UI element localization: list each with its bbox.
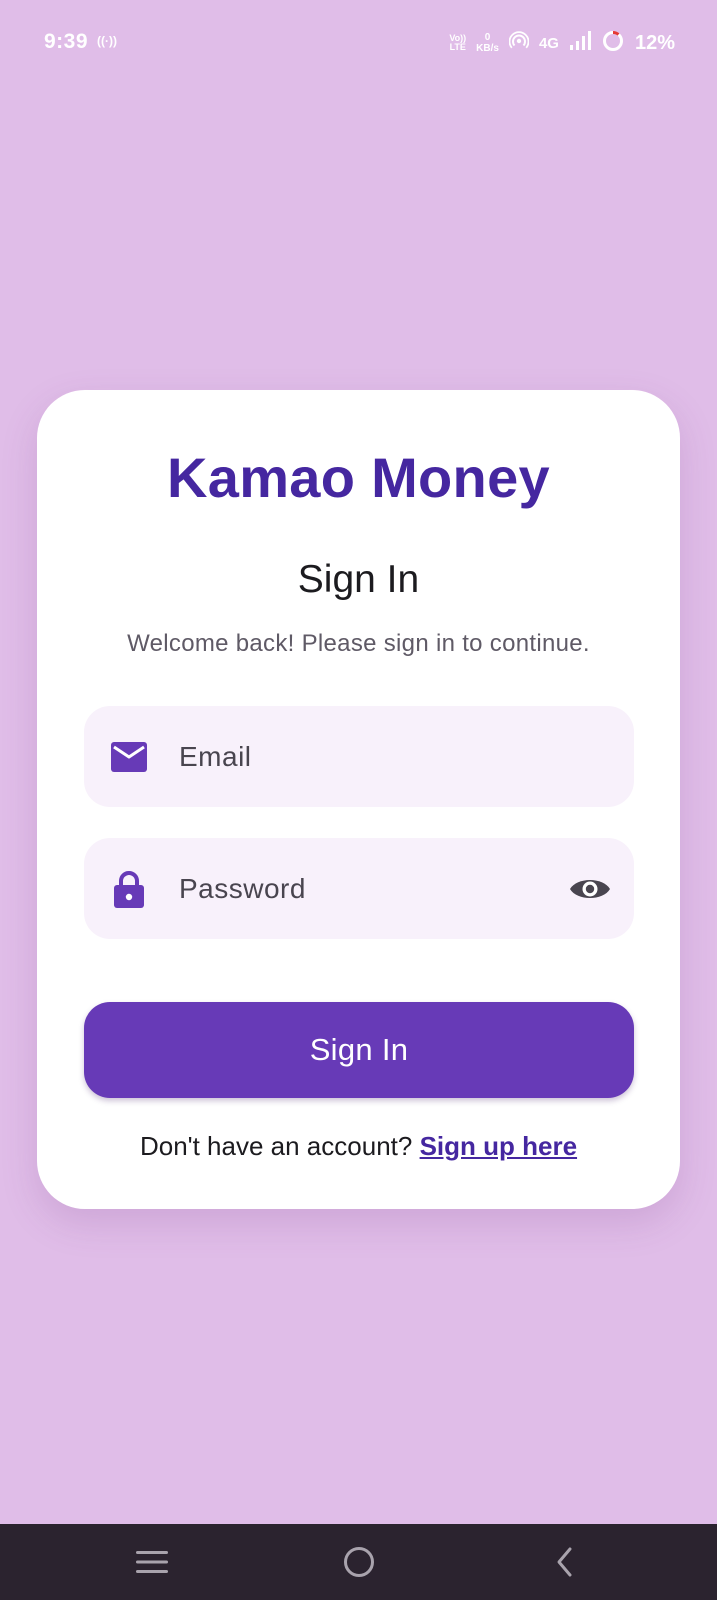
signin-button[interactable]: Sign In — [84, 1002, 634, 1098]
volte-icon: Vo)) LTE — [449, 33, 467, 52]
signup-link[interactable]: Sign up here — [420, 1131, 577, 1161]
status-time: 9:39 — [44, 30, 89, 53]
email-field[interactable] — [84, 706, 634, 807]
eye-icon[interactable] — [568, 867, 612, 911]
battery-percent: 12% — [634, 31, 675, 54]
mail-icon — [110, 738, 148, 776]
signup-prompt: Don't have an account? — [139, 1131, 413, 1161]
home-circle-icon[interactable] — [334, 1538, 384, 1586]
signin-card: Kamao Money Sign In Welcome back! Please… — [37, 390, 680, 1209]
network-type: 4G — [538, 34, 559, 52]
battery-icon — [601, 29, 625, 58]
page-title: Sign In — [297, 558, 420, 601]
password-field[interactable] — [84, 838, 634, 939]
subtitle: Welcome back! Please sign in to continue… — [127, 630, 590, 657]
hotspot-icon: ((·)) — [97, 34, 117, 48]
back-chevron-icon[interactable] — [540, 1538, 590, 1586]
signal-icon — [569, 30, 591, 56]
network-speed: 0 KB/s — [476, 32, 499, 54]
status-indicators: Vo)) LTE 0 KB/s 4G 12% — [449, 26, 675, 60]
lock-icon — [110, 870, 148, 908]
status-bar: 9:39 ((·)) Vo)) LTE 0 KB/s 4G 12% — [0, 0, 717, 86]
password-input[interactable] — [179, 838, 554, 939]
menu-icon[interactable] — [127, 1538, 177, 1586]
navigation-bar — [0, 1524, 717, 1600]
app-title: Kamao Money — [167, 446, 550, 509]
wifi-calling-icon — [508, 30, 530, 56]
signup-row: Don't have an account? Sign up here — [37, 1131, 680, 1162]
email-input[interactable] — [179, 706, 554, 807]
